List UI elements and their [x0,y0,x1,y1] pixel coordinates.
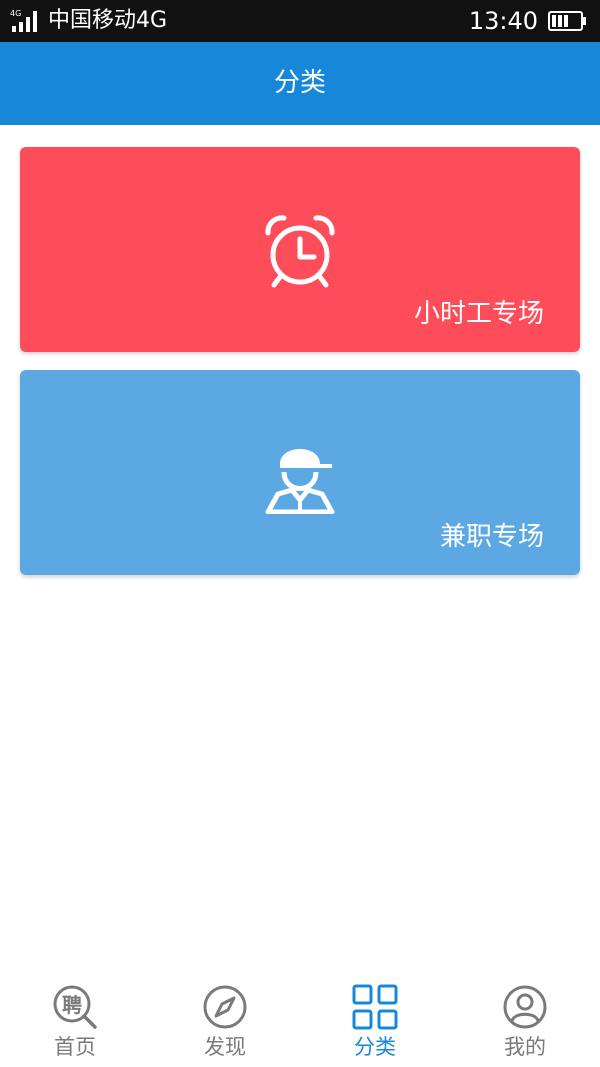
part-time-label: 兼职专场 [439,522,544,552]
bottom-tab-bar: 聘 首页 发现 分类 我的 [0,970,600,1067]
app-header: 分类 [0,42,600,125]
tab-home[interactable]: 聘 首页 [0,970,150,1067]
search-hire-icon: 聘 [53,985,97,1029]
profile-icon [503,985,547,1029]
carrier-name: 中国移动4G [48,8,168,33]
tab-profile-label: 我的 [504,1035,546,1059]
compass-icon [203,985,247,1029]
tab-home-label: 首页 [54,1035,96,1059]
hire-glyph: 聘 [62,993,82,1017]
tab-discover-label: 发现 [204,1035,246,1059]
network-type: 4G [10,9,21,18]
tab-category[interactable]: 分类 [300,970,450,1067]
status-right: 13:40 [469,7,588,35]
battery-icon [548,11,586,31]
status-left: 4G 中国移动4G [10,7,167,35]
signal-icon: 4G [10,9,37,32]
alarm-clock-icon [265,215,335,288]
tab-category-label: 分类 [354,1035,396,1059]
part-time-card[interactable]: 兼职专场 [20,370,580,575]
tab-profile[interactable]: 我的 [450,970,600,1067]
clock-time: 13:40 [468,7,538,35]
worker-cap-icon [265,449,335,514]
page-title: 分类 [273,68,326,98]
status-bar: 4G 中国移动4G 13:40 [0,0,600,42]
hourly-work-label: 小时工专场 [413,299,544,329]
hourly-work-card[interactable]: 小时工专场 [20,147,580,352]
tab-discover[interactable]: 发现 [150,970,300,1067]
grid-icon [352,984,398,1030]
